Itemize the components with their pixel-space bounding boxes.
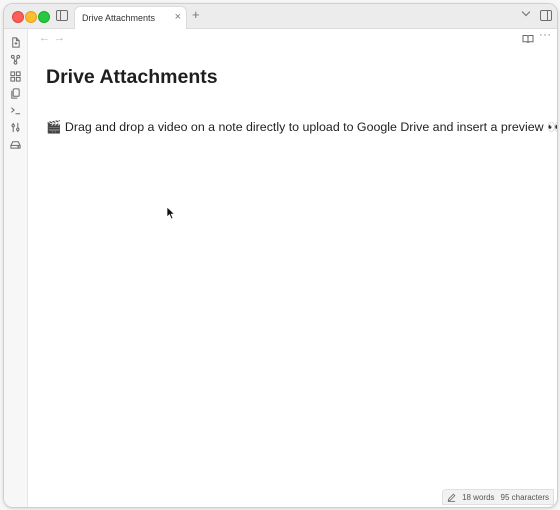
character-count: 95 characters bbox=[500, 492, 549, 502]
maximize-window-button[interactable] bbox=[38, 11, 50, 23]
templates-icon[interactable] bbox=[10, 88, 21, 99]
app-window: Drive Attachments × + ← → ··· Drive Atta… bbox=[3, 3, 558, 508]
left-sidebar-toggle-icon[interactable] bbox=[56, 10, 68, 21]
tab-drive-attachments[interactable]: Drive Attachments × bbox=[74, 6, 187, 29]
tab-title: Drive Attachments bbox=[82, 13, 156, 23]
edit-pencil-icon[interactable] bbox=[447, 493, 456, 502]
new-tab-button[interactable]: + bbox=[192, 8, 200, 22]
back-arrow-icon[interactable]: ← bbox=[39, 32, 50, 44]
command-palette-icon[interactable] bbox=[10, 105, 21, 116]
note-body-text[interactable]: 🎬 Drag and drop a video on a note direct… bbox=[46, 120, 557, 135]
graph-view-icon[interactable] bbox=[10, 54, 21, 65]
drive-icon[interactable] bbox=[10, 139, 21, 150]
word-count: 18 words bbox=[462, 492, 495, 502]
settings-sliders-icon[interactable] bbox=[10, 122, 21, 133]
title-bar: Drive Attachments × + bbox=[4, 4, 557, 29]
canvas-icon[interactable] bbox=[10, 71, 21, 82]
left-ribbon bbox=[4, 29, 28, 507]
mouse-cursor-icon bbox=[166, 206, 176, 220]
note-title[interactable]: Drive Attachments bbox=[46, 66, 218, 89]
right-sidebar-toggle-icon[interactable] bbox=[540, 10, 552, 21]
tab-close-icon[interactable]: × bbox=[175, 11, 181, 23]
more-options-icon[interactable]: ··· bbox=[539, 29, 552, 41]
forward-arrow-icon[interactable]: → bbox=[54, 32, 65, 44]
chevron-down-icon[interactable] bbox=[521, 7, 531, 17]
new-note-icon[interactable] bbox=[10, 37, 21, 48]
minimize-window-button[interactable] bbox=[25, 11, 37, 23]
status-bar: 18 words 95 characters bbox=[442, 489, 554, 505]
reading-view-book-icon[interactable] bbox=[522, 32, 534, 44]
close-window-button[interactable] bbox=[12, 11, 24, 23]
